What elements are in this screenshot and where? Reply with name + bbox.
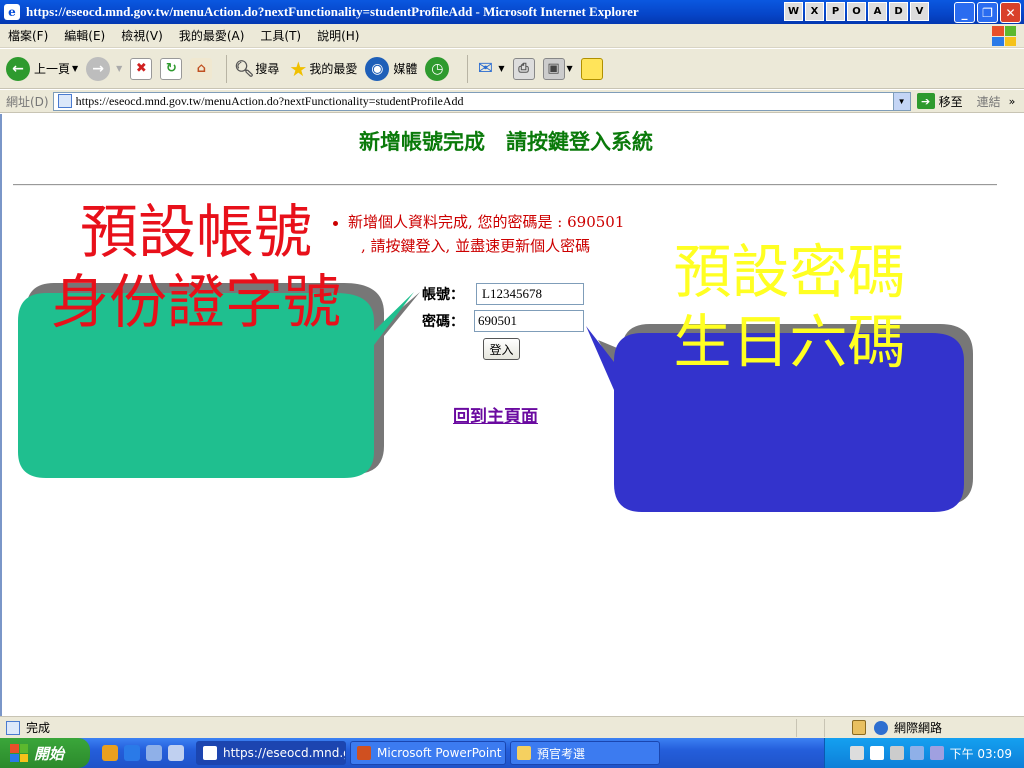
taskbar: 開始 https://eseocd.mnd.gov... Microsoft P… [0,738,1024,768]
callout-bubbles [18,283,973,512]
task-label: Microsoft PowerPoint ... [377,746,506,760]
right-callout-line-2: 生日六碼 [673,307,906,376]
help-icon[interactable] [869,746,884,760]
left-callout-text: 預設帳號 身份證字號 [20,198,372,337]
volume-icon[interactable] [929,746,944,760]
security-zone: 網際網路 [874,719,942,736]
page-done-icon [6,720,20,735]
task-folder[interactable]: 預官考選 [510,741,660,765]
network-icon[interactable] [889,746,904,760]
ie-icon[interactable] [124,745,140,761]
left-callout-line-2: 身份證字號 [50,267,341,336]
lock-icon [852,720,866,735]
task-label: 預官考選 [537,746,586,761]
task-powerpoint[interactable]: Microsoft PowerPoint ... [350,741,506,765]
powerpoint-icon [357,746,371,760]
right-callout-line-1: 預設密碼 [673,238,906,306]
task-label: https://eseocd.mnd.gov... [223,746,345,760]
clock: 下午 03:09 [949,746,1012,761]
system-tray: 下午 03:09 [824,738,1024,768]
desktop-icon[interactable] [168,745,184,761]
start-label: 開始 [34,744,65,763]
quick-launch [102,745,184,761]
media-player-icon[interactable] [102,745,118,761]
start-button[interactable]: 開始 [0,738,90,768]
status-text: 完成 [26,721,51,735]
internet-globe-icon [874,720,888,735]
zone-label: 網際網路 [894,721,943,735]
ime-icon[interactable] [849,746,864,760]
task-ie[interactable]: https://eseocd.mnd.gov... [196,741,346,765]
chevron-left-icon[interactable] [909,746,924,760]
ie-icon [203,746,217,760]
folder-icon [517,746,531,760]
explorer-icon[interactable] [146,745,162,761]
status-cells [796,719,852,737]
windows-flag-icon [10,744,28,762]
right-callout-text: 預設密碼 生日六碼 [617,238,962,377]
left-callout-line-1: 預設帳號 [79,198,312,266]
status-bar: 完成 網際網路 [0,716,1024,738]
